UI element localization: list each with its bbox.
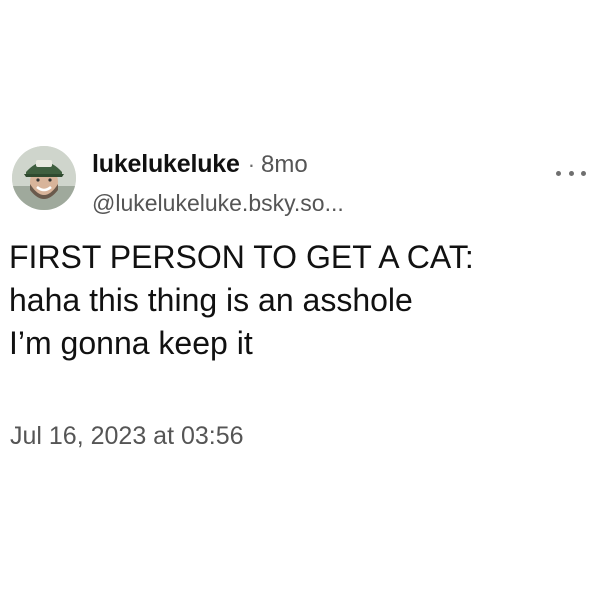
author-row: lukelukeluke · 8mo xyxy=(92,150,532,184)
more-dot-icon xyxy=(556,170,561,176)
post-timestamp[interactable]: Jul 16, 2023 at 03:56 xyxy=(10,422,244,451)
more-dot-icon xyxy=(581,170,586,176)
post-text-line: haha this thing is an asshole xyxy=(9,282,413,318)
author-display-name[interactable]: lukelukeluke xyxy=(92,150,240,179)
post: lukelukeluke · 8mo @lukelukeluke.bsky.so… xyxy=(0,0,600,600)
post-text: FIRST PERSON TO GET A CAT: haha this thi… xyxy=(9,236,589,365)
author-handle[interactable]: @lukelukeluke.bsky.so... xyxy=(92,190,532,217)
post-text-line: FIRST PERSON TO GET A CAT: xyxy=(9,239,474,275)
separator-dot: · xyxy=(247,152,256,177)
avatar-photo-icon xyxy=(12,146,76,210)
post-age[interactable]: 8mo xyxy=(261,151,308,179)
more-dot-icon xyxy=(568,170,574,176)
post-header: lukelukeluke · 8mo @lukelukeluke.bsky.so… xyxy=(92,150,532,217)
post-text-line: I’m gonna keep it xyxy=(9,325,253,361)
more-options-button[interactable] xyxy=(556,166,586,180)
avatar[interactable] xyxy=(12,146,76,210)
